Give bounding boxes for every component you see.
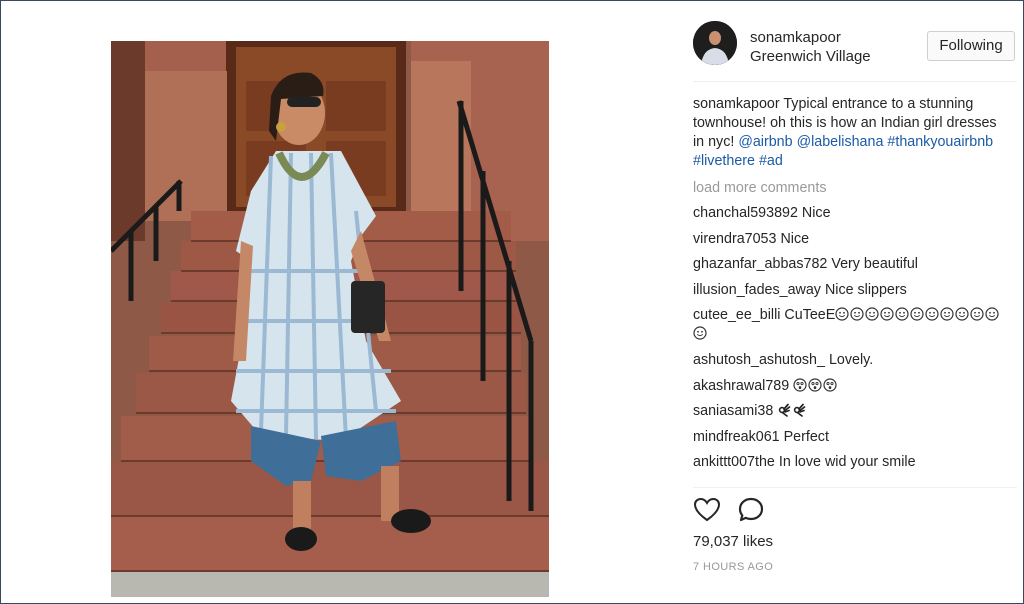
comments-list[interactable]: sonamkapoor Typical entrance to a stunni… [693, 95, 1011, 487]
comment-username[interactable]: ghazanfar_abbas782 [693, 256, 827, 272]
list-item: illusion_fades_away Nice slippers [693, 281, 1011, 300]
list-item: saniasami38 [693, 402, 1011, 421]
caption-tag[interactable]: @labelishana [797, 134, 884, 150]
caption-tag[interactable]: #livethere [693, 153, 755, 169]
caption-tag[interactable]: #thankyouairbnb [887, 134, 993, 150]
astonished-emoji-row [793, 377, 838, 394]
list-item: ankittt007the In love wid your smile [693, 453, 1011, 472]
comment-text: Nice slippers [824, 281, 907, 298]
header-username[interactable]: sonamkapoor [750, 29, 841, 46]
post-timestamp[interactable]: 7 HOURS AGO [693, 561, 773, 573]
post-photo[interactable] [111, 41, 549, 597]
list-item: ghazanfar_abbas782 Very beautiful [693, 255, 1011, 274]
comment-text: Perfect [783, 428, 829, 445]
smiley-icon [940, 307, 954, 321]
ok-hand-icon [777, 403, 791, 418]
comment-username[interactable]: mindfreak061 [693, 429, 780, 445]
comment-text: Lovely. [828, 351, 874, 368]
post-photo-image [111, 41, 549, 597]
comment-text: Nice [801, 205, 831, 221]
caption-username[interactable]: sonamkapoor [693, 96, 780, 112]
astonished-face-icon [823, 377, 837, 392]
smiley-icon [895, 307, 909, 321]
list-item: virendra7053 Nice [693, 230, 1011, 249]
post-window: sonamkapoor Greenwich Village Following … [0, 0, 1024, 604]
list-item: chanchal593892 Nice [693, 204, 1011, 223]
divider [693, 81, 1017, 82]
heart-icon[interactable] [693, 496, 721, 524]
comment-username[interactable]: virendra7053 [693, 231, 776, 247]
post-details-panel: sonamkapoor Greenwich Village Following … [683, 11, 1023, 601]
smiley-icon [955, 307, 969, 321]
comment-text: CuTeeE [784, 307, 836, 324]
comment-username[interactable]: akashrawal789 [693, 378, 789, 394]
avatar-image [693, 21, 737, 65]
comment-text: In love wid your smile [778, 454, 916, 471]
post-actions [693, 496, 813, 526]
comment-username[interactable]: illusion_fades_away [693, 282, 821, 298]
smiley-icon [850, 307, 864, 321]
smiley-icon [985, 307, 999, 321]
comment-username[interactable]: ankittt007the [693, 454, 775, 470]
caption-tag[interactable]: @airbnb [738, 134, 792, 150]
comment-icon[interactable] [737, 496, 765, 524]
comment-username[interactable]: saniasami38 [693, 403, 773, 419]
comment-username[interactable]: chanchal593892 [693, 205, 798, 221]
comment-username[interactable]: cutee_ee_billi [693, 307, 780, 323]
post-header: sonamkapoor Greenwich Village Following [693, 17, 1019, 79]
list-item: akashrawal789 [693, 377, 1011, 396]
header-location[interactable]: Greenwich Village [750, 48, 871, 65]
ok-hand-emoji-row [777, 403, 807, 419]
astonished-face-icon [793, 377, 807, 392]
astonished-face-icon [808, 377, 822, 392]
load-more-comments-link[interactable]: load more comments [693, 179, 1011, 198]
smiley-icon [925, 307, 939, 321]
comment-text: Very beautiful [831, 256, 918, 273]
divider [693, 487, 1017, 488]
smiley-icon [880, 307, 894, 321]
avatar[interactable] [693, 21, 737, 65]
likes-count[interactable]: 79,037 likes [693, 533, 773, 550]
caption: sonamkapoor Typical entrance to a stunni… [693, 95, 1011, 171]
list-item: ashutosh_ashutosh_ Lovely. [693, 351, 1011, 370]
ok-hand-icon [792, 403, 806, 418]
following-button[interactable]: Following [927, 31, 1015, 61]
smiley-icon [693, 326, 707, 340]
list-item: cutee_ee_billi CuTeeE [693, 306, 1011, 344]
smiley-icon [865, 307, 879, 321]
caption-tag[interactable]: #ad [759, 153, 783, 169]
list-item: mindfreak061 Perfect [693, 428, 1011, 447]
smiley-icon [970, 307, 984, 321]
comment-username[interactable]: ashutosh_ashutosh_ [693, 352, 825, 368]
smiley-icon [835, 307, 849, 321]
smiley-icon [910, 307, 924, 321]
comment-text: Nice [780, 230, 810, 247]
